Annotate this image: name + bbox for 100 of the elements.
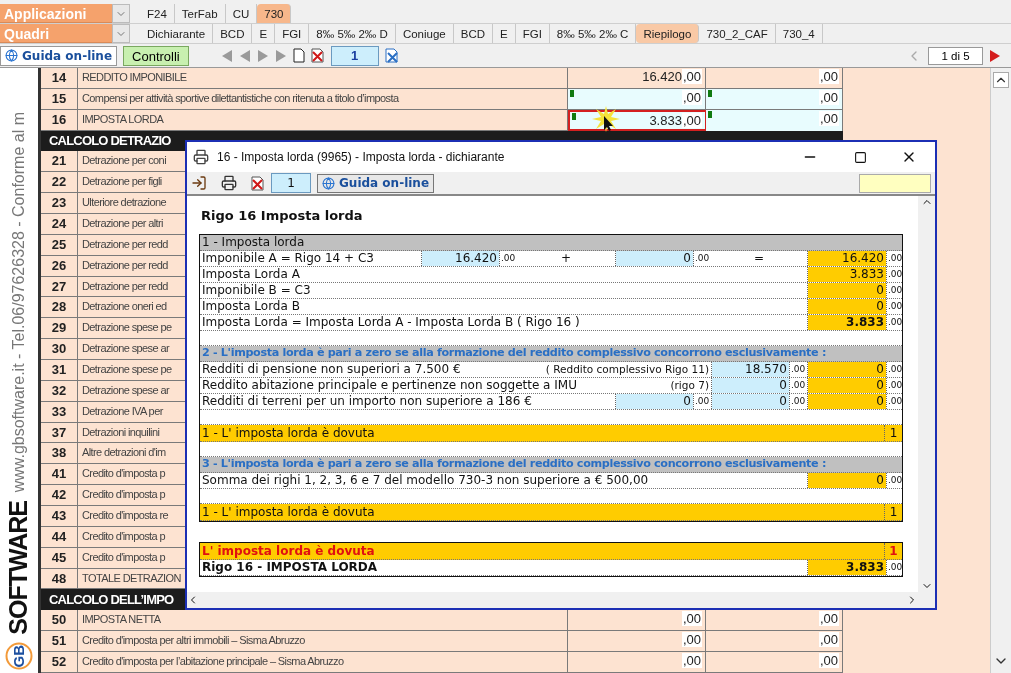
section-title: 1 - Imposta lorda (202, 234, 305, 251)
next-icon[interactable] (989, 48, 1001, 63)
row-number: 21 (41, 151, 78, 172)
decimal-label: .00 (886, 361, 904, 377)
dropdown-button[interactable] (112, 24, 130, 43)
input-marker (570, 89, 574, 97)
decimal-label: .00 (886, 250, 904, 266)
row-number: 15 (41, 88, 78, 109)
browser-icon (322, 176, 335, 190)
row-number: 24 (41, 214, 78, 234)
decimal-label: .00 (886, 559, 904, 575)
flag-value: 1 (884, 503, 902, 520)
decimal-label: .00 (789, 393, 807, 409)
scrollbar[interactable] (187, 592, 935, 608)
row-number: 32 (41, 380, 78, 401)
checks-button[interactable]: Controlli (123, 45, 189, 66)
scrollbar[interactable] (990, 68, 1011, 673)
new-document-icon[interactable] (292, 48, 305, 63)
pager-field[interactable]: 1 di 5 (928, 46, 983, 65)
tab[interactable]: TerFab (174, 4, 226, 23)
row-number: 45 (41, 547, 78, 568)
row-number: 27 (41, 276, 78, 297)
input-marker (572, 112, 576, 120)
amount-field[interactable]: 0 (712, 377, 789, 393)
tab[interactable]: Dichiarante (140, 24, 214, 43)
decimal-label: .00 (886, 377, 904, 393)
tab[interactable]: 730_4 (775, 24, 823, 43)
section-title: CALCOLO DELL’IMPO (49, 591, 174, 610)
tab[interactable]: Coniuge (395, 24, 454, 43)
tab[interactable]: 730_2_CAF (699, 24, 776, 43)
result-field: 0 (808, 282, 886, 298)
logo-mark: GB (5, 642, 33, 669)
row-number: 31 (41, 360, 78, 380)
tab[interactable]: BCD (213, 24, 253, 43)
last-page-icon[interactable] (274, 48, 287, 63)
amount-field[interactable]: ,00 (706, 109, 843, 131)
row-number: 50 (41, 610, 78, 631)
flag-value: 1 (884, 424, 902, 441)
section-title: CALCOLO DETRAZIO (49, 132, 171, 151)
delete-document-icon[interactable] (251, 175, 265, 191)
tab[interactable]: FGI (275, 24, 310, 43)
note-field[interactable] (859, 173, 931, 193)
row-number: 52 (41, 652, 78, 672)
tab[interactable]: E (493, 24, 516, 43)
dropdown-button[interactable] (112, 4, 130, 23)
browser-icon (5, 49, 18, 62)
row-number: 37 (41, 422, 78, 443)
result-field: 0 (808, 298, 886, 314)
row-number: 22 (41, 172, 78, 193)
amount-field[interactable]: ,00 (706, 88, 843, 109)
tab[interactable]: 730 (257, 4, 292, 23)
row-number: 44 (41, 526, 78, 547)
next-icon[interactable] (256, 48, 269, 63)
row-note: (rigo 7) (670, 377, 709, 393)
result-field: 3.833 (808, 314, 886, 330)
row-label: Redditi di pensione non superiori a 7.500 € (202, 361, 461, 377)
exit-icon[interactable] (191, 175, 207, 191)
tab[interactable]: BCD (453, 24, 493, 43)
scroll-up-icon[interactable] (993, 72, 1009, 88)
print-icon[interactable] (221, 175, 237, 191)
help-button[interactable]: Guida on-line (317, 173, 435, 193)
decimal-label: .00 (789, 361, 807, 377)
tab[interactable]: FGI (515, 24, 550, 43)
row-number: 29 (41, 318, 78, 339)
row-number: 43 (41, 506, 78, 526)
page-field[interactable]: 1 (271, 173, 311, 193)
maximize-icon[interactable] (854, 150, 867, 164)
logo-text: SOFTWARE (3, 500, 34, 635)
delete-document-icon[interactable] (310, 48, 325, 63)
previous-icon[interactable] (238, 48, 251, 63)
input-marker (708, 110, 712, 118)
result-field: 0 (808, 377, 886, 393)
row-number: 16 (41, 109, 78, 131)
page-field[interactable]: 1 (330, 45, 379, 66)
window-title: 16 - Imposta lorda (9965) - Imposta lorda - dichiarante (217, 149, 506, 166)
close-document-icon[interactable] (384, 48, 400, 63)
row-number: 42 (41, 485, 78, 506)
tab[interactable]: 8‰ 5‰ 2‰ D (309, 24, 396, 43)
row-number: 28 (41, 297, 78, 318)
first-page-icon[interactable] (220, 48, 233, 63)
amount-field[interactable]: 0 (712, 393, 789, 409)
decimal-label: .00 (789, 377, 807, 393)
result-field: 3.833 (808, 266, 886, 282)
tab[interactable]: F24 (140, 4, 175, 23)
row-number: 33 (41, 401, 78, 422)
amount-field[interactable]: 0 (616, 393, 693, 409)
help-button[interactable]: Guida on-line (0, 45, 118, 66)
amount-field[interactable]: 3.833,00 (568, 109, 706, 131)
tab[interactable]: E (252, 24, 276, 43)
row-label: Imposta Lorda B (202, 298, 300, 314)
row-number: 38 (41, 443, 78, 464)
row-number: 30 (41, 339, 78, 360)
result-field: 0 (808, 393, 886, 409)
amount-field[interactable]: ,00 (568, 88, 706, 109)
decimal-label: .00 (693, 250, 711, 266)
tab[interactable]: Riepilogo (636, 24, 700, 43)
band-text: 1 - L' imposta lorda è dovuta (201, 424, 376, 441)
row-number: 14 (41, 68, 78, 88)
row-number: 23 (41, 193, 78, 213)
row-number: 25 (41, 234, 78, 255)
